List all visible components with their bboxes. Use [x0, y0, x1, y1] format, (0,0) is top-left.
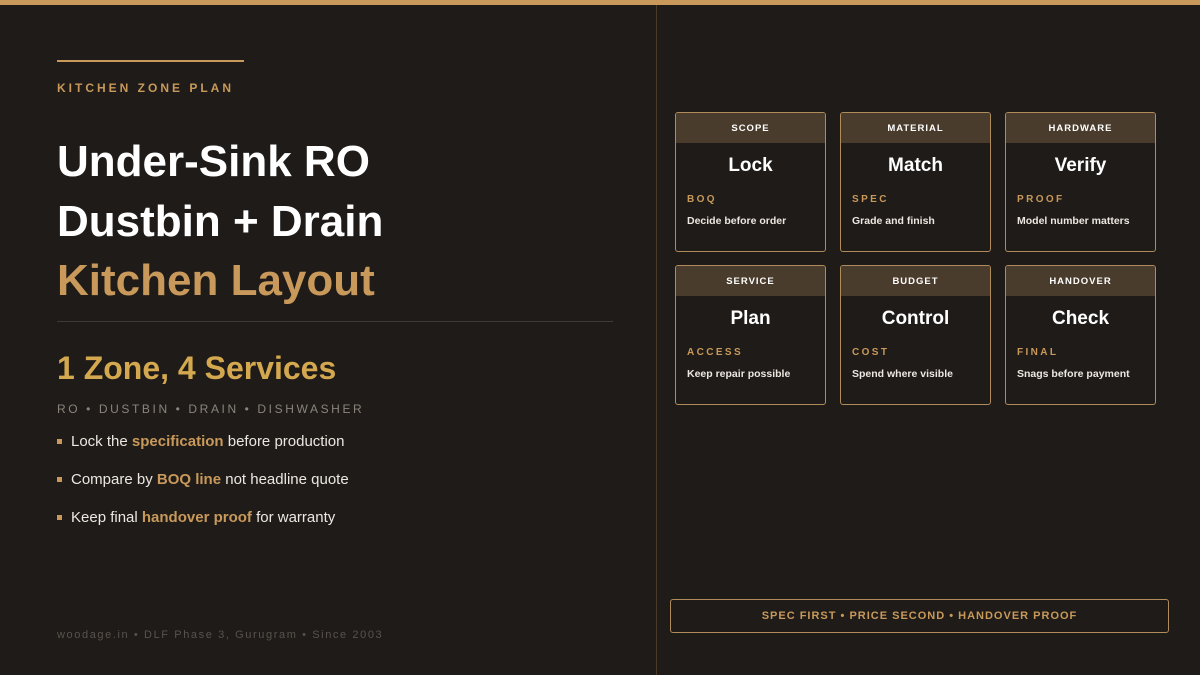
bullet-text: Compare by [71, 471, 157, 488]
service-tags: RO • DUSTBIN • DRAIN • DISHWASHER [57, 402, 365, 416]
card-category: BOQ [687, 194, 717, 205]
card-title: Control [881, 308, 950, 329]
top-accent-bar [0, 0, 1200, 5]
bullet-text: Keep final [71, 509, 142, 526]
title-line-3: Kitchen Layout [57, 256, 375, 305]
card-description: Keep repair possible [687, 368, 791, 380]
card-description: Decide before order [687, 215, 787, 227]
card-title: Verify [1054, 155, 1107, 176]
bullet-highlight: BOQ line [156, 471, 222, 488]
bullet-square-icon [57, 477, 62, 482]
card-header: HARDWARE [1006, 113, 1155, 143]
card-category: SPEC [852, 194, 889, 205]
bullet-text: for warranty [251, 509, 336, 526]
title-line-2: Dustbin + Drain [57, 197, 384, 246]
bullet-item: Lock the specification before production [57, 432, 349, 470]
bullet-list: Lock the specification before production… [57, 432, 349, 546]
bullet-highlight: handover proof [141, 509, 252, 526]
bullet-text: Lock the [71, 433, 132, 450]
bullet-square-icon [57, 439, 62, 444]
bullet-item: Compare by BOQ line not headline quote [57, 470, 349, 508]
card-budget: BUDGET Control COST Spend where visible [840, 265, 991, 405]
card-description: Snags before payment [1017, 368, 1130, 380]
card-hardware: HARDWARE Verify PROOF Model number matte… [1005, 112, 1156, 252]
card-handover: HANDOVER Check FINAL Snags before paymen… [1005, 265, 1156, 405]
principle-banner: SPEC FIRST • PRICE SECOND • HANDOVER PRO… [670, 599, 1169, 633]
card-description: Grade and finish [852, 215, 935, 227]
card-title: Check [1051, 308, 1110, 329]
footer-credit: woodage.in • DLF Phase 3, Gurugram • Sin… [57, 629, 384, 641]
card-header: HANDOVER [1006, 266, 1155, 296]
bullet-square-icon [57, 515, 62, 520]
card-description: Spend where visible [852, 368, 953, 380]
card-header: SERVICE [676, 266, 825, 296]
card-category: PROOF [1017, 194, 1065, 205]
card-header: SCOPE [676, 113, 825, 143]
card-title: Lock [728, 155, 773, 176]
panel-divider [656, 5, 657, 675]
card-header: MATERIAL [841, 113, 990, 143]
card-title: Plan [730, 308, 771, 329]
card-material: MATERIAL Match SPEC Grade and finish [840, 112, 991, 252]
bullet-text: not headline quote [221, 471, 349, 488]
card-header: BUDGET [841, 266, 990, 296]
bullet-highlight: specification [131, 433, 224, 450]
bullet-text: before production [223, 433, 345, 450]
title-divider [57, 321, 613, 322]
card-title: Match [888, 155, 943, 176]
title-line-1: Under-Sink RO [57, 137, 370, 186]
subtitle: 1 Zone, 4 Services [57, 350, 337, 386]
title-accent-line [57, 60, 244, 62]
card-category: FINAL [1017, 347, 1059, 358]
card-description: Model number matters [1017, 215, 1130, 227]
bullet-item: Keep final handover proof for warranty [57, 508, 349, 546]
eyebrow-label: KITCHEN ZONE PLAN [57, 81, 234, 95]
card-category: ACCESS [687, 347, 744, 358]
card-service: SERVICE Plan ACCESS Keep repair possible [675, 265, 826, 405]
card-scope: SCOPE Lock BOQ Decide before order [675, 112, 826, 252]
card-category: COST [852, 347, 890, 358]
